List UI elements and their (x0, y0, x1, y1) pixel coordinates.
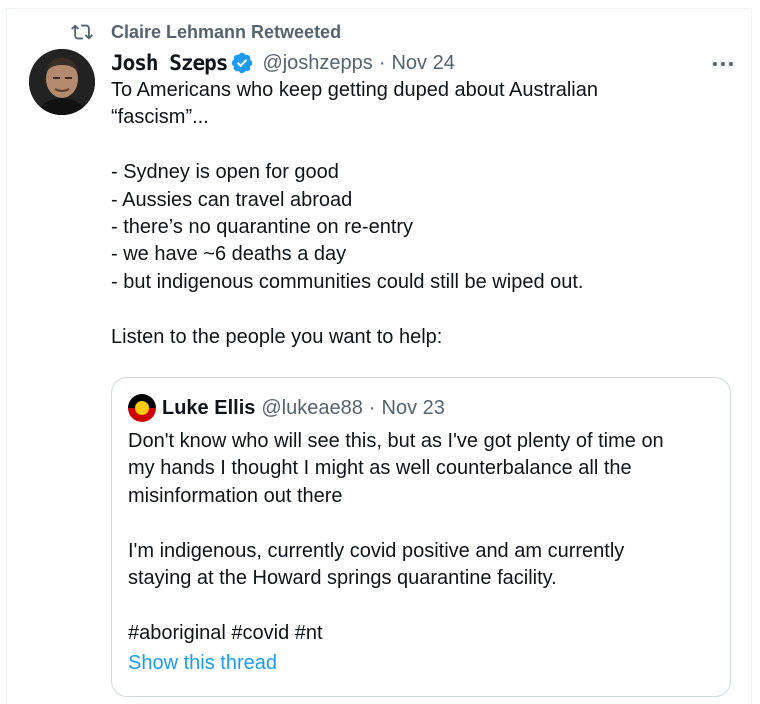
quoted-tweet-date: Nov 23 (381, 396, 445, 419)
avatar[interactable] (29, 49, 95, 115)
quoted-author-name: Luke Ellis (162, 396, 256, 419)
quoted-avatar[interactable] (128, 394, 156, 422)
retweet-label: Claire Lehmann Retweeted (111, 21, 342, 42)
author-handle[interactable]: @joshzepps (262, 52, 372, 75)
tweet-card[interactable]: Claire Lehmann Retweeted Josh Szeps @jos… (6, 8, 752, 704)
avatar-photo (29, 49, 95, 115)
retweet-icon (71, 24, 93, 40)
quoted-author-handle: @lukeae88 (261, 396, 363, 419)
quoted-tweet[interactable]: Luke Ellis @lukeae88 · Nov 23 Don't know… (111, 377, 731, 697)
tweet-date[interactable]: Nov 24 (391, 52, 454, 75)
quoted-tweet-header: Luke Ellis @lukeae88 · Nov 23 (128, 394, 445, 422)
more-options-icon[interactable] (711, 55, 735, 73)
tweet-text: To Americans who keep getting duped abou… (111, 79, 598, 348)
retweet-context[interactable]: Claire Lehmann Retweeted (71, 21, 341, 43)
tweet-body: Josh Szeps @joshzepps · Nov 24 To Americ… (111, 49, 735, 351)
separator-dot: · (368, 396, 376, 419)
show-thread-link[interactable]: Show this thread (128, 652, 277, 675)
author-name[interactable]: Josh Szeps (111, 51, 228, 75)
verified-badge-icon (232, 52, 253, 74)
quoted-tweet-text: Don't know who will see this, but as I'v… (128, 430, 664, 644)
tweet-header: Josh Szeps @joshzepps · Nov 24 (111, 49, 735, 77)
aboriginal-flag-avatar (128, 394, 156, 422)
separator-dot: · (378, 51, 386, 74)
